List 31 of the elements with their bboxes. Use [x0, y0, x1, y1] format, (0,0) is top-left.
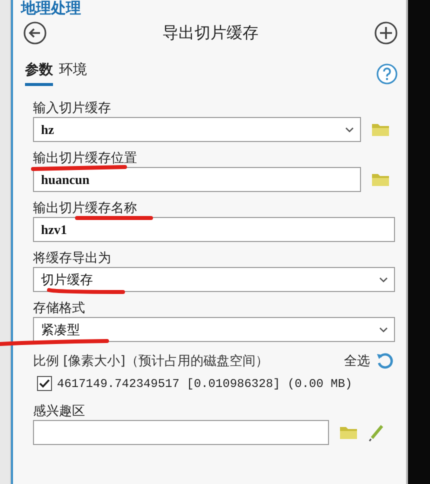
parameter-label: 将缓存导出为 [33, 250, 111, 267]
dropdown-field[interactable]: hz [33, 117, 361, 142]
reset-icon[interactable] [376, 352, 394, 370]
caret-icon[interactable] [379, 326, 388, 332]
checkbox[interactable] [37, 376, 52, 391]
scale-label: 比例 [像素大小]（预计占用的磁盘空间） [33, 353, 270, 370]
dropdown-field[interactable]: 紧凑型 [33, 317, 395, 342]
caret-icon[interactable] [345, 126, 354, 132]
tab[interactable]: 参数 [25, 61, 53, 86]
folder-icon[interactable] [339, 425, 358, 440]
select-all-button[interactable]: 全选 [344, 352, 376, 370]
input-field[interactable]: hzv1 [33, 217, 395, 242]
add-button[interactable] [374, 21, 398, 45]
parameter-label: 存储格式 [33, 300, 85, 317]
parameter-label: 感兴趣区 [33, 403, 85, 420]
help-icon[interactable] [376, 62, 398, 84]
parameter-label: 输入切片缓存 [33, 100, 111, 117]
parameter-label: 输出切片缓存位置 [33, 150, 137, 167]
dropdown-field[interactable]: 切片缓存 [33, 267, 395, 292]
folder-icon[interactable] [371, 172, 390, 187]
pencil-icon[interactable] [368, 424, 384, 442]
tab[interactable]: 环境 [59, 61, 87, 86]
tool-title: 导出切片缓存 [162, 22, 258, 44]
back-button[interactable] [23, 21, 47, 45]
pane-title: 地理处理 [21, 0, 81, 17]
input-field[interactable]: huancun [33, 167, 361, 192]
input-field[interactable] [33, 420, 329, 445]
caret-icon[interactable] [379, 276, 388, 282]
folder-icon[interactable] [371, 122, 390, 137]
scale-item: 4617149.742349517 [0.010986328] (0.00 MB) [57, 376, 352, 390]
parameter-label: 输出切片缓存名称 [33, 200, 137, 217]
